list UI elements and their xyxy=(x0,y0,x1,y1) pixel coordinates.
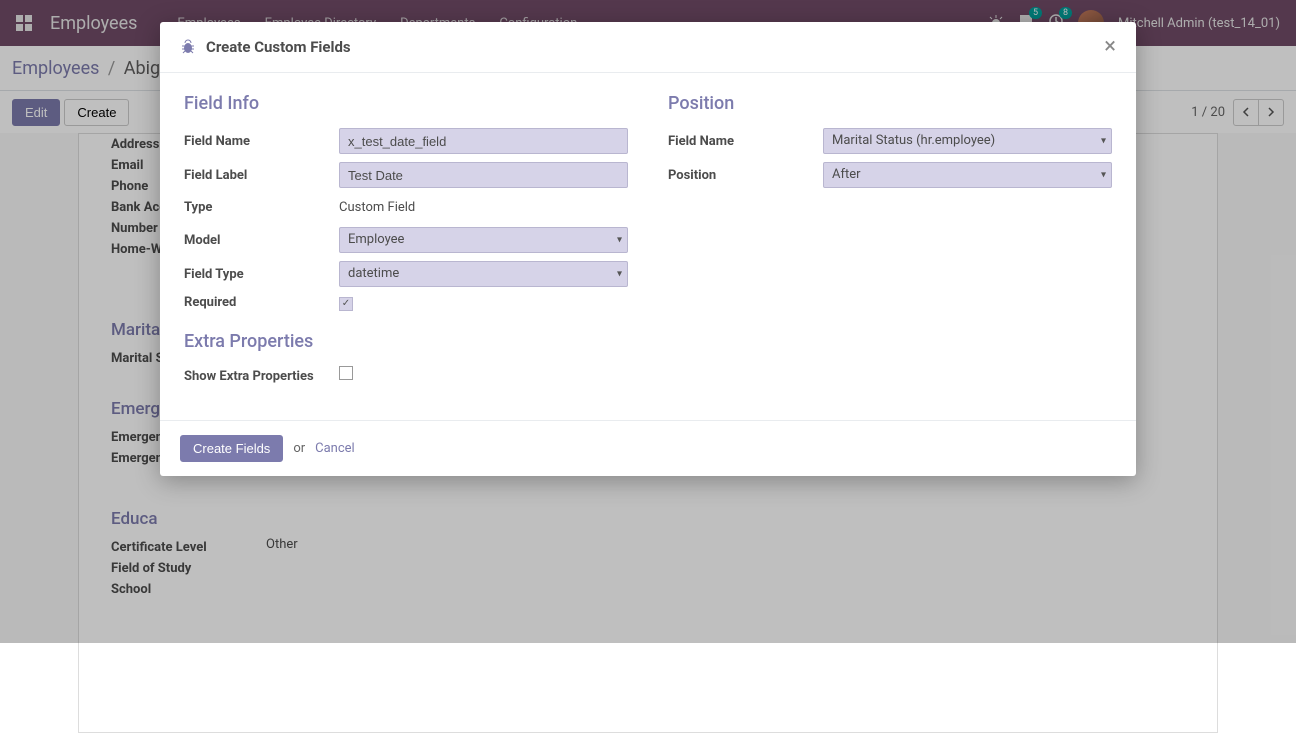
bug-icon xyxy=(180,39,196,55)
field-info-heading: Field Info xyxy=(184,93,628,114)
pos-field-name-select[interactable]: Marital Status (hr.employee) xyxy=(823,128,1112,154)
close-button[interactable]: × xyxy=(1104,36,1116,58)
field-name-input[interactable] xyxy=(339,128,628,154)
label-show-extra: Show Extra Properties xyxy=(184,366,339,384)
label-required: Required xyxy=(184,295,339,310)
label-field-name: Field Name xyxy=(184,134,339,149)
label-model: Model xyxy=(184,233,339,248)
required-checkbox[interactable]: ✓ xyxy=(339,297,353,311)
model-select[interactable]: Employee xyxy=(339,227,628,253)
label-field-label: Field Label xyxy=(184,168,339,183)
position-heading: Position xyxy=(668,93,1112,114)
modal-header: Create Custom Fields × xyxy=(160,22,1136,73)
modal-body: Field Info Field Name Field Label Type C… xyxy=(160,73,1136,420)
extra-properties-heading: Extra Properties xyxy=(184,331,628,352)
modal-title: Create Custom Fields xyxy=(206,38,1104,56)
label-type: Type xyxy=(184,200,339,215)
show-extra-checkbox[interactable] xyxy=(339,366,353,380)
label-position: Position xyxy=(668,168,823,183)
position-col: Position Field Name Marital Status (hr.e… xyxy=(668,93,1112,392)
modal-footer: Create Fields or Cancel xyxy=(160,420,1136,476)
field-label-input[interactable] xyxy=(339,162,628,188)
type-value: Custom Field xyxy=(339,196,628,219)
position-select[interactable]: After xyxy=(823,162,1112,188)
label-field-type: Field Type xyxy=(184,267,339,282)
label-pos-field-name: Field Name xyxy=(668,134,823,149)
create-custom-fields-modal: Create Custom Fields × Field Info Field … xyxy=(160,22,1136,476)
footer-or: or xyxy=(293,441,305,456)
field-info-col: Field Info Field Name Field Label Type C… xyxy=(184,93,628,392)
create-fields-button[interactable]: Create Fields xyxy=(180,435,283,462)
cancel-link[interactable]: Cancel xyxy=(315,441,355,456)
field-type-select[interactable]: datetime xyxy=(339,261,628,287)
